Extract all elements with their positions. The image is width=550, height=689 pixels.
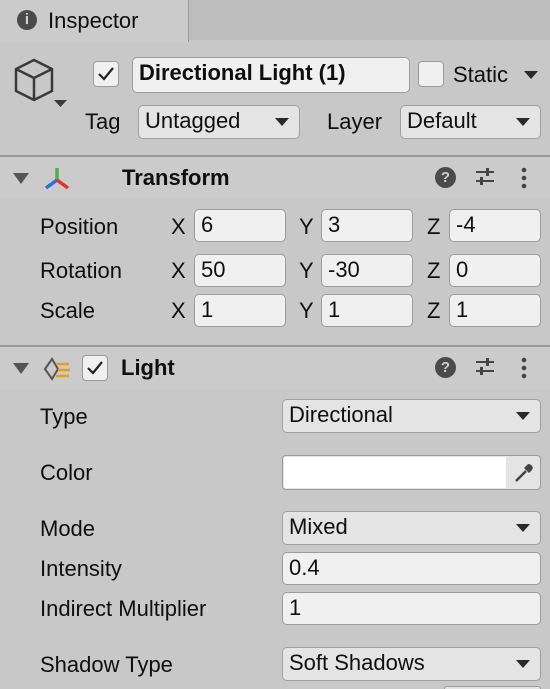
foldout-arrow-icon[interactable] bbox=[13, 173, 29, 184]
shadow-type-label: Shadow Type bbox=[40, 652, 173, 677]
static-checkbox[interactable] bbox=[418, 61, 444, 87]
tag-dropdown[interactable]: Untagged bbox=[138, 105, 300, 139]
axis-y-label[interactable]: Y bbox=[299, 298, 314, 324]
mode-value: Mixed bbox=[289, 514, 348, 539]
shadow-type-dropdown[interactable]: Soft Shadows bbox=[282, 647, 541, 681]
position-x-field[interactable]: 6 bbox=[194, 209, 286, 242]
tab-title: Inspector bbox=[48, 8, 139, 33]
rotation-x-field[interactable]: 50 bbox=[194, 254, 286, 287]
foldout-arrow-icon[interactable] bbox=[13, 363, 29, 374]
color-field[interactable] bbox=[282, 455, 541, 490]
light-title: Light bbox=[121, 355, 175, 380]
gameobject-icon[interactable] bbox=[12, 56, 70, 112]
chevron-down-icon bbox=[516, 524, 530, 532]
shadow-type-value: Soft Shadows bbox=[289, 650, 425, 675]
rotation-z-field[interactable]: 0 bbox=[449, 254, 541, 287]
intensity-field[interactable]: 0.4 bbox=[282, 552, 541, 585]
chevron-down-icon bbox=[516, 118, 530, 126]
layer-label: Layer bbox=[327, 109, 383, 134]
axis-z-label[interactable]: Z bbox=[427, 214, 440, 240]
axis-x-label[interactable]: X bbox=[171, 214, 186, 240]
chevron-down-icon bbox=[516, 412, 530, 420]
more-options-icon[interactable] bbox=[519, 356, 529, 380]
eyedropper-icon[interactable] bbox=[513, 462, 535, 484]
presets-icon[interactable] bbox=[474, 166, 496, 188]
presets-icon[interactable] bbox=[474, 356, 496, 378]
axis-x-label[interactable]: X bbox=[171, 258, 186, 284]
color-swatch[interactable] bbox=[284, 457, 506, 488]
indirect-multiplier-field[interactable]: 1 bbox=[282, 592, 541, 625]
color-label: Color bbox=[40, 460, 93, 485]
info-icon: i bbox=[17, 10, 37, 30]
layer-value: Default bbox=[407, 108, 477, 133]
light-header[interactable]: Light ? bbox=[0, 347, 550, 389]
position-z-field[interactable]: -4 bbox=[449, 209, 541, 242]
position-y-field[interactable]: 3 bbox=[321, 209, 413, 242]
active-checkbox[interactable] bbox=[93, 61, 119, 87]
transform-icon bbox=[44, 168, 70, 190]
layer-dropdown[interactable]: Default bbox=[400, 105, 541, 139]
scale-x-field[interactable]: 1 bbox=[194, 294, 286, 327]
axis-y-label[interactable]: Y bbox=[299, 258, 314, 284]
mode-label: Mode bbox=[40, 516, 96, 541]
axis-x-label[interactable]: X bbox=[171, 298, 186, 324]
tag-value: Untagged bbox=[145, 108, 241, 133]
transform-header[interactable]: Transform ? bbox=[0, 157, 550, 199]
scale-label: Scale bbox=[40, 298, 96, 323]
tag-label: Tag bbox=[85, 109, 121, 134]
intensity-label: Intensity bbox=[40, 556, 122, 581]
axis-z-label[interactable]: Z bbox=[427, 298, 440, 324]
indirect-multiplier-label: Indirect Multiplier bbox=[40, 596, 207, 621]
light-enabled-checkbox[interactable] bbox=[82, 355, 108, 381]
object-name-field[interactable]: Directional Light (1) bbox=[132, 57, 410, 93]
chevron-down-icon bbox=[275, 118, 289, 126]
help-icon[interactable]: ? bbox=[435, 167, 456, 188]
transform-title: Transform bbox=[122, 165, 230, 190]
type-value: Directional bbox=[289, 402, 393, 427]
help-icon[interactable]: ? bbox=[435, 357, 456, 378]
chevron-down-icon bbox=[516, 660, 530, 668]
type-dropdown[interactable]: Directional bbox=[282, 399, 541, 433]
inspector-tab[interactable]: i Inspector bbox=[0, 0, 189, 42]
static-dropdown-icon[interactable] bbox=[524, 71, 538, 79]
scale-z-field[interactable]: 1 bbox=[449, 294, 541, 327]
rotation-y-field[interactable]: -30 bbox=[321, 254, 413, 287]
mode-dropdown[interactable]: Mixed bbox=[282, 511, 541, 545]
axis-y-label[interactable]: Y bbox=[299, 214, 314, 240]
scale-y-field[interactable]: 1 bbox=[321, 294, 413, 327]
position-label: Position bbox=[40, 214, 119, 239]
axis-z-label[interactable]: Z bbox=[427, 258, 440, 284]
checkmark-icon bbox=[87, 361, 103, 375]
rotation-label: Rotation bbox=[40, 258, 122, 283]
checkmark-icon bbox=[98, 67, 114, 81]
light-icon bbox=[43, 357, 70, 381]
more-options-icon[interactable] bbox=[519, 166, 529, 190]
static-label: Static bbox=[453, 62, 509, 87]
type-label: Type bbox=[40, 404, 88, 429]
